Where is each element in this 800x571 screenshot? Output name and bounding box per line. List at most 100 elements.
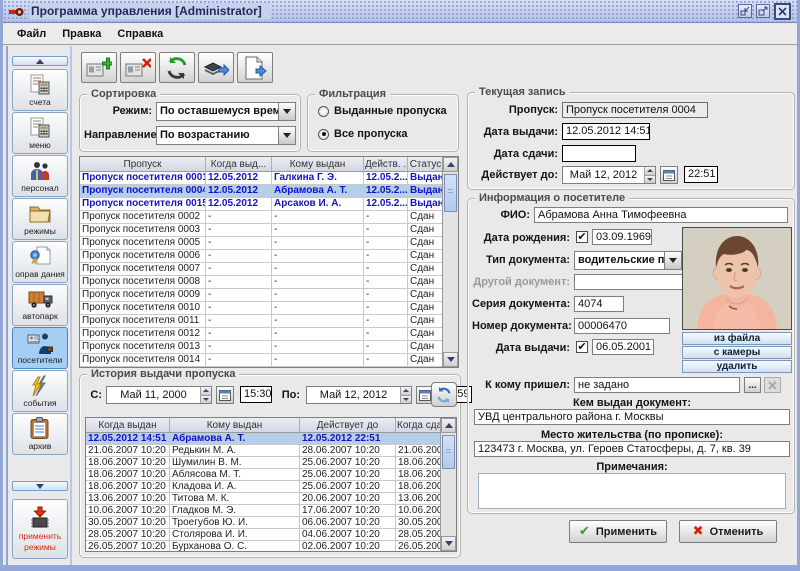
table-row[interactable]: 13.06.2007 10:20Титова М. К.20.06.2007 1… — [86, 493, 456, 505]
fio-field[interactable]: Абрамова Анна Тимофеевна — [534, 207, 788, 223]
sidebar-item-menu[interactable]: меню — [12, 112, 68, 154]
refresh-button[interactable] — [159, 52, 195, 83]
sidebar-item-justifications[interactable]: оправ дания — [12, 241, 68, 283]
table-row[interactable]: Пропуск посетителя 0012---Сдан — [80, 328, 458, 341]
doc-issue-date-field[interactable]: 06.05.2001 — [592, 339, 654, 355]
scroll-up-button[interactable] — [443, 157, 458, 172]
return-date-field[interactable] — [562, 145, 636, 162]
table-row[interactable]: Пропуск посетителя 0002---Сдан — [80, 211, 458, 224]
visit-to-field[interactable]: не задано — [574, 377, 740, 393]
scroll-down-button[interactable] — [443, 352, 458, 367]
history-table-header[interactable]: Когда выдан Кому выдан Действует до Когд… — [86, 418, 456, 433]
spinner-arrows[interactable] — [644, 167, 655, 183]
sort-direction-select[interactable]: По возрастанию — [156, 126, 296, 145]
doc-issue-date-checkbox[interactable]: ✔ — [576, 341, 588, 353]
add-pass-button[interactable] — [81, 52, 117, 83]
column-header[interactable]: Действ. ... — [364, 157, 408, 171]
birth-date-checkbox[interactable]: ✔ — [576, 231, 588, 243]
photo-delete-button[interactable]: удалить — [682, 360, 792, 373]
cancel-button[interactable]: ✖ Отменить — [679, 520, 777, 543]
apply-modes-button[interactable]: применить режимы — [12, 499, 68, 559]
chevron-down-icon[interactable] — [664, 252, 681, 269]
table-row[interactable]: 21.06.2007 10:20Редькин М. А.28.06.2007 … — [86, 445, 456, 457]
column-header[interactable]: Когда выд... — [206, 157, 272, 171]
column-header[interactable]: Действует до — [300, 418, 396, 432]
valid-until-time[interactable]: 22:51 — [684, 166, 718, 183]
column-header[interactable]: Кому выдан — [272, 157, 364, 171]
passes-table-header[interactable]: Пропуск Когда выд... Кому выдан Действ. … — [80, 157, 458, 172]
table-row[interactable]: Пропуск посетителя 0007---Сдан — [80, 263, 458, 276]
other-doc-field[interactable] — [574, 274, 684, 290]
column-header[interactable]: Статус — [408, 157, 444, 171]
menu-file[interactable]: Файл — [9, 26, 54, 42]
column-header[interactable]: Кому выдан — [170, 418, 300, 432]
filter-all-radio[interactable]: Все пропуска — [318, 128, 408, 140]
table-row[interactable]: Пропуск посетителя 001512.05.2012Арсаков… — [80, 198, 458, 211]
spinner-arrows[interactable] — [200, 387, 211, 403]
doc-type-select[interactable]: водительские пр... — [574, 251, 682, 270]
table-row[interactable]: 28.05.2007 10:20Столярова И. И.04.06.200… — [86, 529, 456, 541]
iconify-button[interactable] — [738, 4, 752, 18]
table-row[interactable]: Пропуск посетителя 0013---Сдан — [80, 341, 458, 354]
table-row[interactable]: Пропуск посетителя 0003---Сдан — [80, 224, 458, 237]
chevron-down-icon[interactable] — [278, 103, 295, 120]
history-from-time[interactable]: 15:30 — [240, 386, 272, 403]
history-to-date-spinner[interactable]: Май 12, 2012 — [306, 386, 412, 404]
valid-until-date-spinner[interactable]: Май 12, 2012 — [562, 166, 656, 184]
photo-from-file-button[interactable]: из файла — [682, 332, 792, 345]
visit-to-clear-button[interactable] — [764, 377, 781, 393]
doc-issuer-field[interactable]: УВД центрального района г. Москвы — [474, 409, 790, 425]
column-header[interactable]: Когда выдан — [86, 418, 170, 432]
sidebar-scroll-up[interactable] — [12, 56, 68, 66]
chevron-down-icon[interactable] — [278, 127, 295, 144]
column-header[interactable]: Когда сдан — [396, 418, 442, 432]
table-row[interactable]: Пропуск посетителя 000112.05.2012Галкина… — [80, 172, 458, 185]
sidebar-item-modes[interactable]: режимы — [12, 198, 68, 240]
issue-date-field[interactable]: 12.05.2012 14:51 — [562, 123, 650, 140]
table-row[interactable]: Пропуск посетителя 0014---Сдан — [80, 354, 458, 367]
sidebar-item-events[interactable]: события — [12, 370, 68, 412]
close-button[interactable] — [774, 3, 791, 20]
sidebar-item-accounts[interactable]: счета — [12, 69, 68, 111]
table-row[interactable]: Пропуск посетителя 0009---Сдан — [80, 289, 458, 302]
table-row[interactable]: Пропуск посетителя 0010---Сдан — [80, 302, 458, 315]
history-from-date-spinner[interactable]: Май 11, 2000 — [106, 386, 212, 404]
table-row[interactable]: Пропуск посетителя 000412.05.2012Абрамов… — [80, 185, 458, 198]
sort-mode-select[interactable]: По оставшемуся времени — [156, 102, 296, 121]
doc-number-field[interactable]: 00006470 — [574, 318, 670, 334]
scroll-up-button[interactable] — [441, 418, 456, 433]
photo-from-camera-button[interactable]: с камеры — [682, 346, 792, 359]
menu-edit[interactable]: Правка — [54, 26, 109, 42]
sidebar-item-personnel[interactable]: персонал — [12, 155, 68, 197]
birth-date-field[interactable]: 03.09.1969 — [592, 229, 652, 245]
filter-issued-radio[interactable]: Выданные пропуска — [318, 105, 447, 117]
apply-button[interactable]: ✔ Применить — [569, 520, 667, 543]
table-row[interactable]: Пропуск посетителя 0008---Сдан — [80, 276, 458, 289]
sidebar-item-archive[interactable]: архив — [12, 413, 68, 455]
maximize-button[interactable] — [756, 4, 770, 18]
table-row[interactable]: Пропуск посетителя 0006---Сдан — [80, 250, 458, 263]
history-table-scrollbar[interactable] — [440, 418, 456, 551]
passes-table-scrollbar[interactable] — [442, 157, 458, 367]
scroll-thumb[interactable] — [442, 435, 455, 469]
table-row[interactable]: 30.05.2007 10:20Троегубов Ю. И.06.06.200… — [86, 517, 456, 529]
title-bar[interactable]: Программа управления [Administrator] — [3, 0, 797, 23]
sidebar-scroll-down[interactable] — [12, 481, 68, 491]
calendar-button[interactable] — [216, 386, 234, 404]
delete-pass-button[interactable] — [120, 52, 156, 83]
new-document-button[interactable] — [237, 52, 273, 83]
table-row[interactable]: 26.05.2007 10:20Бурханова О. С.02.06.200… — [86, 541, 456, 552]
table-row[interactable]: 18.06.2007 10:20Кладова И. А.25.06.2007 … — [86, 481, 456, 493]
table-row[interactable]: 18.06.2007 10:20Шумилин В. М.25.06.2007 … — [86, 457, 456, 469]
spinner-arrows[interactable] — [400, 387, 411, 403]
history-refresh-button[interactable] — [431, 382, 457, 407]
table-row[interactable]: 18.06.2007 10:20Аблясова М. Т.25.06.2007… — [86, 469, 456, 481]
sidebar-item-vehicles[interactable]: автопарк — [12, 284, 68, 326]
scroll-down-button[interactable] — [441, 536, 456, 551]
calendar-button[interactable] — [660, 166, 678, 184]
visit-to-browse-button[interactable]: ... — [744, 377, 761, 393]
table-row[interactable]: Пропуск посетителя 0011---Сдан — [80, 315, 458, 328]
table-row[interactable]: 12.05.2012 14:51Абрамова А. Т.12.05.2012… — [86, 433, 456, 445]
doc-series-field[interactable]: 4074 — [574, 296, 624, 312]
table-row[interactable]: 10.06.2007 10:20Гладков М. Э.17.06.2007 … — [86, 505, 456, 517]
